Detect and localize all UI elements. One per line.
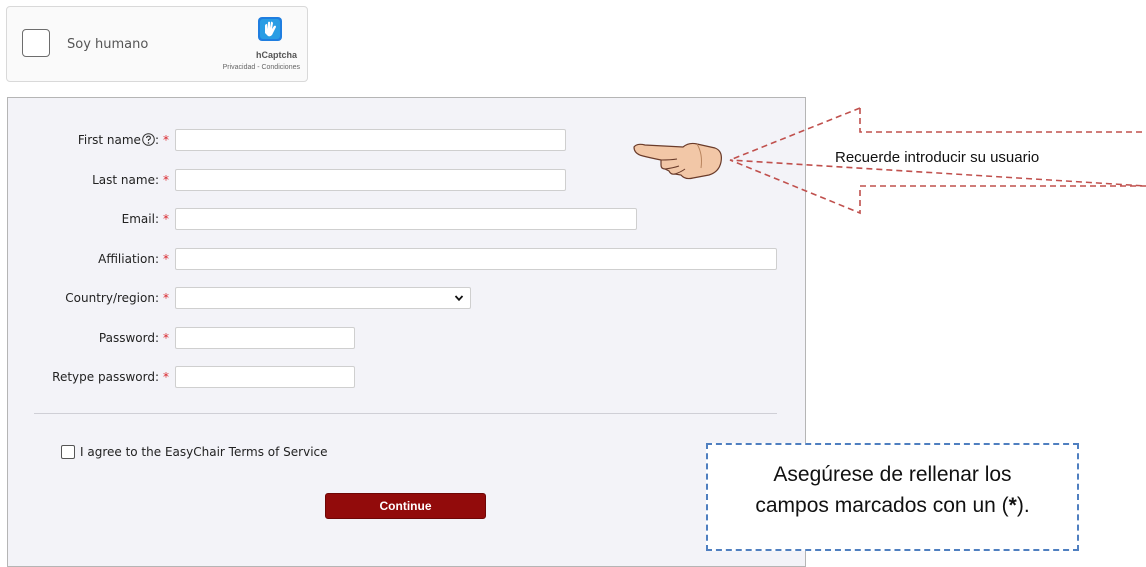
required-fields-note: Asegúrese de rellenar los campos marcado… xyxy=(706,443,1079,551)
note-line-1: Asegúrese de rellenar los xyxy=(773,463,1012,486)
note-line-2-end: ). xyxy=(1016,494,1030,517)
pointing-hand-icon xyxy=(633,142,722,180)
note-star: * xyxy=(1008,494,1017,517)
callout-text: Recuerde introducir su usuario xyxy=(835,149,1040,166)
note-line-2: campos marcados con un (*). xyxy=(708,490,1077,521)
note-line-2-start: campos marcados con un ( xyxy=(755,494,1009,517)
